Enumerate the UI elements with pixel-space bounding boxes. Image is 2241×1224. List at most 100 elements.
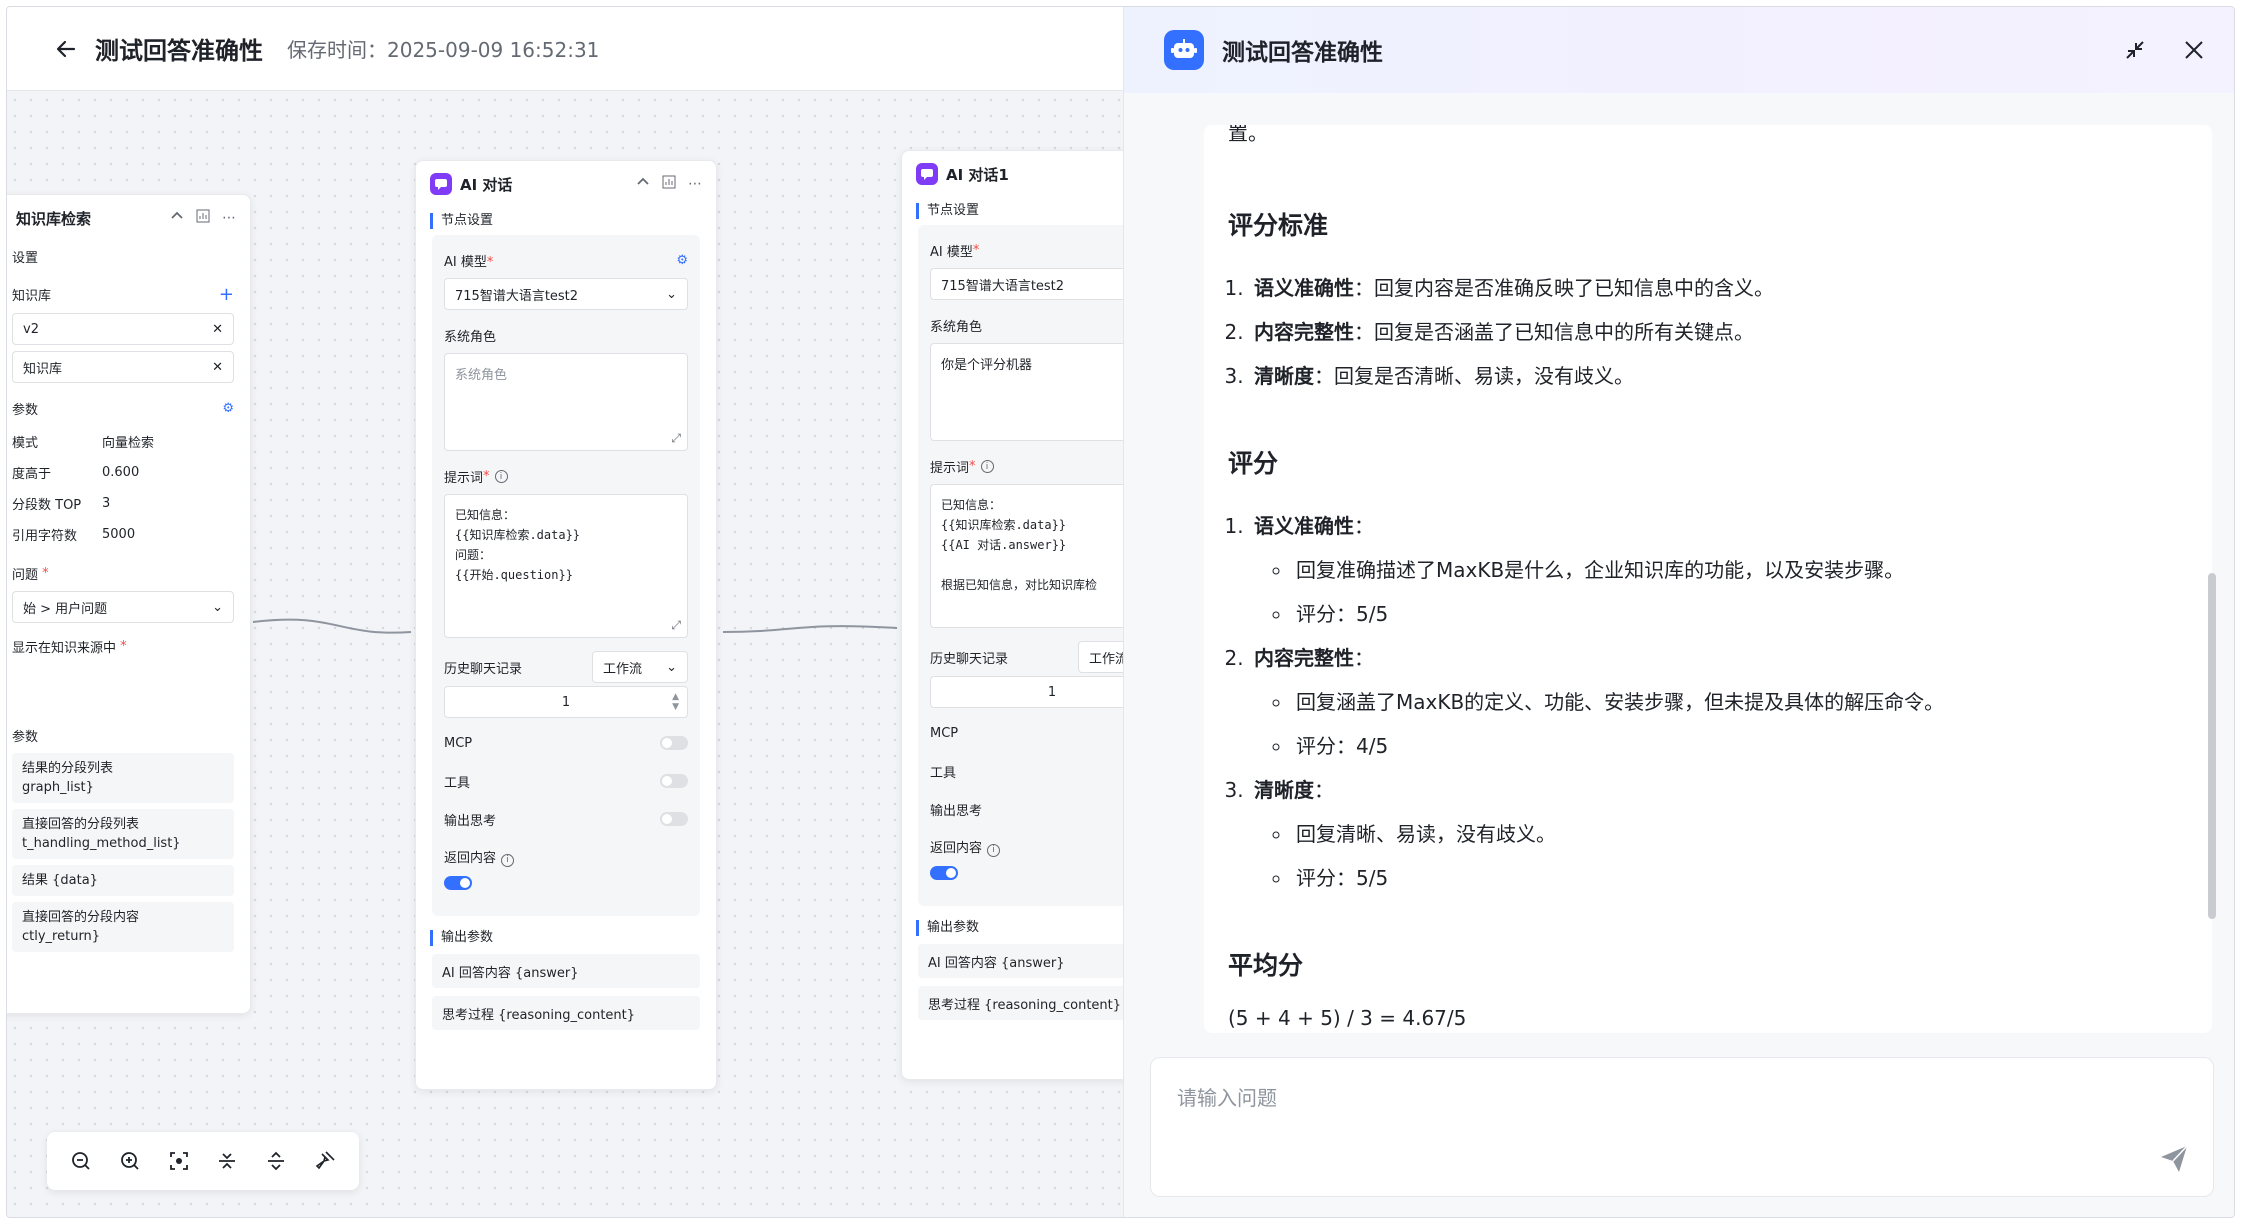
close-icon[interactable]: [2182, 38, 2206, 62]
chart-icon[interactable]: [662, 175, 676, 193]
ai-chat-node[interactable]: AI 对话 ⋯ 节点设置 AI 模型* ⚙ 715智谱大语言test2 ⌄ 系统…: [415, 160, 717, 1090]
prompt-label: 提示词: [930, 461, 970, 476]
stepper-icon[interactable]: ▲ ▼: [672, 692, 679, 712]
node-header: 知识库检索 ⋯: [7, 195, 250, 241]
settings-panel: AI 模型* ⚙ 715智谱大语言test2 ⌄ 系统角色 系统角色 ⤢ 提示词…: [432, 235, 700, 916]
score-comment: 回复涵盖了MaxKB的定义、功能、安装步骤，但未提及具体的解压命令。: [1292, 680, 2188, 724]
score-value: 评分：5/5: [1292, 856, 2188, 900]
close-icon[interactable]: ✕: [212, 360, 223, 375]
output-item: AI 回答内容 {answer}: [432, 954, 700, 988]
gear-icon[interactable]: ⚙: [676, 253, 688, 268]
criteria-heading: 评分标准: [1228, 211, 1329, 240]
collapse-icon[interactable]: [170, 209, 184, 227]
ai-chat-icon: [916, 163, 938, 185]
prompt-label: 提示词: [444, 471, 484, 486]
scrollbar[interactable]: [2208, 573, 2216, 919]
question-select[interactable]: 始 > 用户问题 ⌄: [12, 591, 234, 623]
kb-item[interactable]: v2 ✕: [12, 313, 234, 345]
score-value: 评分：5/5: [1292, 592, 2188, 636]
more-icon[interactable]: ⋯: [688, 176, 702, 192]
beautify-icon[interactable]: [312, 1148, 338, 1174]
kb-label: 知识库: [12, 289, 52, 304]
collapse-all-icon[interactable]: [214, 1148, 240, 1174]
return-toggle[interactable]: [930, 866, 958, 880]
output-label: 输出参数: [430, 930, 702, 946]
collapse-icon[interactable]: [636, 175, 650, 193]
tool-label: 工具: [444, 775, 471, 791]
save-time: 保存时间：2025-09-09 16:52:31: [287, 38, 600, 62]
app-frame: 测试回答准确性 保存时间：2025-09-09 16:52:31 知识库检索 ⋯: [6, 6, 2235, 1218]
mcp-label: MCP: [930, 725, 959, 741]
output-item: 思考过程 {reasoning_content}: [432, 996, 700, 1030]
minimize-icon[interactable]: [2122, 37, 2148, 63]
chevron-down-icon: ⌄: [666, 659, 677, 675]
info-icon[interactable]: i: [501, 853, 515, 867]
ai-chat-icon: [430, 173, 452, 195]
think-toggle[interactable]: [660, 812, 688, 826]
chat-drawer: 测试回答准确性 置。 评分标准 语义准确性：回复内容是否准确反映了已知信息中的含…: [1123, 7, 2234, 1217]
model-select[interactable]: 715智谱大语言test2 ⌄: [444, 278, 688, 310]
answer-card: 置。 评分标准 语义准确性：回复内容是否准确反映了已知信息中的含义。 内容完整性…: [1204, 125, 2212, 1033]
params-label: 参数: [12, 403, 39, 418]
model-label: AI 模型: [930, 245, 973, 260]
workflow-canvas[interactable]: 知识库检索 ⋯ 设置 知识库 + v2 ✕ 知识库 ✕ 参数 ⚙ 模式 向量检索…: [7, 92, 1203, 1217]
history-count-input[interactable]: 1 ▲ ▼: [444, 686, 688, 718]
info-icon[interactable]: i: [987, 843, 1001, 857]
close-icon[interactable]: ✕: [212, 322, 223, 337]
role-textarea[interactable]: 系统角色 ⤢: [444, 353, 688, 451]
mcp-toggle[interactable]: [660, 736, 688, 750]
info-icon[interactable]: i: [494, 470, 508, 483]
output-item: 直接回答的分段列表 t_handling_method_list}: [12, 809, 234, 859]
param-row: 度高于 0.600: [12, 465, 140, 482]
model-label: AI 模型: [444, 255, 487, 270]
zoom-out-icon[interactable]: [68, 1148, 94, 1174]
expand-all-icon[interactable]: [263, 1148, 289, 1174]
drawer-title: 测试回答准确性: [1222, 40, 1383, 66]
list-item: 清晰度： 回复清晰、易读，没有歧义。 评分：5/5: [1250, 768, 2188, 900]
score-heading: 评分: [1228, 449, 1279, 478]
question-input[interactable]: [1151, 1058, 2213, 1196]
info-icon[interactable]: i: [980, 460, 994, 473]
param-row: 引用字符数 5000: [12, 527, 136, 544]
list-item: 语义准确性：回复内容是否准确反映了已知信息中的含义。: [1250, 266, 2188, 310]
gear-icon[interactable]: ⚙: [222, 401, 234, 416]
answer-tail-text: 置。: [1228, 125, 1268, 145]
settings-label: 节点设置: [430, 213, 702, 229]
output-item: 结果的分段列表 graph_list}: [12, 753, 234, 803]
top-bar: 测试回答准确性 保存时间：2025-09-09 16:52:31: [7, 7, 1123, 91]
page-title: 测试回答准确性: [95, 37, 263, 65]
criteria-list: 语义准确性：回复内容是否准确反映了已知信息中的含义。 内容完整性：回复是否涵盖了…: [1250, 266, 2188, 398]
history-label: 历史聊天记录: [930, 651, 1009, 667]
prompt-textarea[interactable]: 已知信息： {{知识库检索.data}} 问题： {{开始.question}}…: [444, 494, 688, 638]
history-type-select[interactable]: 工作流 ⌄: [592, 651, 688, 683]
more-icon[interactable]: ⋯: [222, 210, 236, 226]
node-title: 知识库检索: [16, 209, 92, 228]
kb-item[interactable]: 知识库 ✕: [12, 351, 234, 383]
add-icon[interactable]: +: [219, 284, 234, 305]
return-label: 返回内容: [930, 841, 983, 857]
node-header: AI 对话 ⋯: [416, 161, 716, 207]
question-label: 问题: [12, 568, 39, 583]
role-label: 系统角色: [444, 330, 497, 345]
list-item: 清晰度：回复是否清晰、易读，没有歧义。: [1250, 354, 2188, 398]
back-arrow-icon[interactable]: [49, 32, 83, 66]
send-icon[interactable]: [2157, 1142, 2191, 1180]
think-label: 输出思考: [930, 803, 983, 819]
zoom-in-icon[interactable]: [117, 1148, 143, 1174]
chevron-down-icon: ⌄: [212, 599, 223, 615]
fit-view-icon[interactable]: [166, 1148, 192, 1174]
chart-icon[interactable]: [196, 209, 210, 227]
canvas-toolbar: [47, 1132, 359, 1190]
expand-icon[interactable]: ⤢: [671, 431, 681, 446]
list-item: 内容完整性： 回复涵盖了MaxKB的定义、功能、安装步骤，但未提及具体的解压命令…: [1250, 636, 2188, 768]
kb-search-node[interactable]: 知识库检索 ⋯ 设置 知识库 + v2 ✕ 知识库 ✕ 参数 ⚙ 模式 向量检索…: [7, 194, 251, 1014]
tool-toggle[interactable]: [660, 774, 688, 788]
drawer-header: 测试回答准确性: [1124, 7, 2234, 93]
output-item: 直接回答的分段内容 ctly_return}: [12, 902, 234, 952]
score-list: 语义准确性： 回复准确描述了MaxKB是什么，企业知识库的功能，以及安装步骤。 …: [1250, 504, 2188, 900]
output-item: 结果 {data}: [12, 865, 234, 896]
node-title: AI 对话: [460, 175, 513, 194]
return-toggle[interactable]: [444, 876, 472, 890]
tool-label: 工具: [930, 765, 957, 781]
expand-icon[interactable]: ⤢: [671, 618, 681, 633]
